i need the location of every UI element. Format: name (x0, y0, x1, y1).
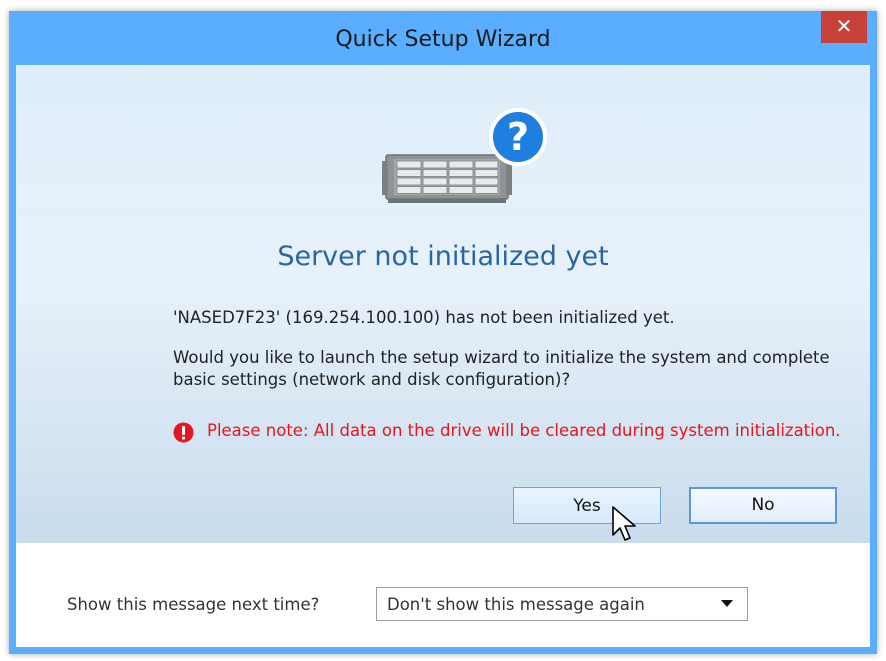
warning-text: Please note: All data on the drive will … (207, 421, 841, 440)
svg-text:?: ? (507, 115, 529, 159)
footer-panel: Show this message next time? Don't show … (16, 543, 870, 647)
show-message-select[interactable]: Don't show this message again (376, 587, 748, 621)
show-next-time-label: Show this message next time? (67, 595, 320, 614)
setup-question-text: Would you like to launch the setup wizar… (173, 348, 830, 389)
close-button[interactable]: ✕ (821, 11, 867, 43)
title-bar[interactable]: Quick Setup Wizard ✕ (9, 11, 877, 65)
select-value: Don't show this message again (387, 595, 645, 614)
mouse-pointer-icon (612, 506, 636, 541)
no-button[interactable]: No (689, 487, 837, 524)
device-status-text: 'NASED7F23' (169.254.100.100) has not be… (173, 308, 675, 327)
exclamation-circle-icon (173, 422, 194, 443)
window-title: Quick Setup Wizard (335, 27, 551, 52)
headline: Server not initialized yet (277, 241, 609, 272)
dialog-window: Quick Setup Wizard ✕ ? Server not initia… (9, 11, 877, 654)
question-mark-icon: ? (489, 108, 547, 166)
close-icon: ✕ (835, 14, 853, 38)
chevron-down-icon (721, 600, 733, 607)
main-panel: ? Server not initialized yet 'NASED7F23'… (16, 65, 870, 543)
dialog-content: ? Server not initialized yet 'NASED7F23'… (16, 65, 870, 647)
